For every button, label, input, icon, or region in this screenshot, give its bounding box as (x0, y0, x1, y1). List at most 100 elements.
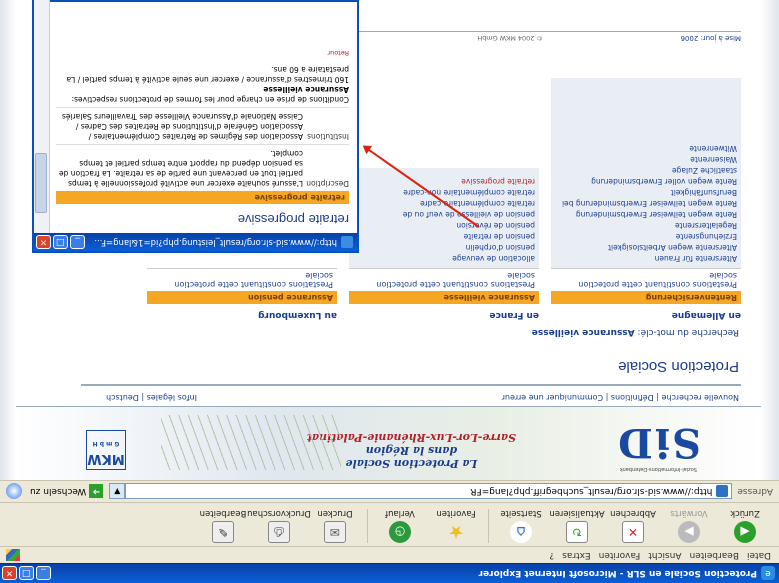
page-title: Protection Sociale (618, 358, 739, 375)
page-left-gutter (761, 0, 779, 480)
column-band: Assurance pension (147, 291, 337, 304)
popup-close-button[interactable]: × (36, 235, 51, 249)
favorites-label: Favoriten (436, 508, 476, 518)
column-head: en Allemagne (671, 310, 741, 320)
print-preview-button[interactable]: ⎙ Druckvorschau (247, 508, 311, 543)
mkw-sub: G m b H (92, 440, 120, 447)
forward-button[interactable]: ▶ Vorwärts (661, 508, 717, 543)
list-item[interactable]: Altersrente für Frauen (555, 253, 737, 264)
go-label: Wechseln zu (30, 486, 87, 497)
edit-label: Bearbeiten (199, 508, 247, 518)
history-label: Verlauf (385, 508, 415, 518)
toolbar: ◀ Zurück ▶ Vorwärts ✕ Abbrechen ↻ Aktualisie… (0, 502, 779, 546)
list-item[interactable]: allocation de veuvage (353, 253, 535, 264)
column-sub: Prestations constituant cette protection… (551, 268, 741, 291)
list-item[interactable]: Rente wegen voller Erwerbsminderung (555, 176, 737, 187)
page-icon (716, 485, 729, 498)
favorites-button[interactable]: ★ Favoriten (428, 508, 484, 543)
column-band: Rentenversicherung (551, 291, 741, 304)
list-item[interactable]: Erziehungsrente (555, 231, 737, 242)
list-item[interactable]: Regelaltersrente (555, 220, 737, 231)
logo-text: SiD (616, 419, 701, 467)
minimize-button[interactable]: _ (36, 566, 51, 581)
popup-scrollbar[interactable] (34, 0, 50, 233)
stop-button[interactable]: ✕ Abbrechen (605, 508, 661, 543)
address-input[interactable]: http://www.sid-slr.org/result_suchbegrif… (125, 483, 733, 500)
history-button[interactable]: ◷ Verlauf (372, 508, 428, 543)
maximize-button[interactable]: □ (19, 566, 34, 581)
popup-ie-icon (341, 236, 353, 248)
back-icon: ◀ (734, 521, 756, 543)
popup-maximize-button[interactable]: □ (53, 235, 68, 249)
go-button[interactable]: ➜ Wechseln zu (30, 484, 104, 499)
page-right-gutter (0, 0, 16, 480)
search-term: Assurance vieillesse (531, 327, 635, 337)
map-graphic (161, 415, 341, 470)
retour-link[interactable]: Retour (56, 49, 349, 57)
address-dropdown[interactable]: ▼ (109, 483, 126, 500)
menu-bearbeiten[interactable]: Bearbeiten (690, 550, 739, 560)
menu-bar: Datei Bearbeiten Ansicht Favoriten Extra… (0, 546, 779, 563)
list-item[interactable]: pension de vieillesse de veuf ou de (353, 209, 535, 220)
mkw-logo: MKW G m b H (86, 430, 126, 470)
copyright: © 2004 MKW GmbH (477, 34, 543, 42)
popup-titlebar: http://www.sid-slr.org/result_leistung.p… (34, 233, 357, 251)
menu-ansicht[interactable]: Ansicht (648, 550, 681, 560)
list-item-selected[interactable]: retraite progressive (353, 176, 535, 187)
forward-icon: ▶ (678, 521, 700, 543)
list-item[interactable]: Witwenrente (555, 143, 737, 154)
column-head: en France (489, 310, 539, 320)
stop-icon: ✕ (622, 521, 644, 543)
print-icon: ⎙ (268, 521, 290, 543)
toolbar-separator (488, 509, 489, 543)
column-luxembourg: au Luxembourg Assurance pension Prestati… (147, 268, 337, 320)
list-item[interactable]: retraite complémentaire non-cadre (353, 187, 535, 198)
refresh-icon: ↻ (566, 521, 588, 543)
conditions-head: Assurance vieillesse (263, 85, 349, 94)
list-item[interactable]: Rente wegen teilweiser Erwerbsminderung … (555, 198, 737, 209)
list-item[interactable]: Berufsunfähigkeit (555, 187, 737, 198)
edit-button[interactable]: ✎ Bearbeiten (195, 508, 251, 543)
list-item[interactable]: Altersrente wegen Arbeitslosigkeit (555, 242, 737, 253)
list-item[interactable]: Waisenrente (555, 154, 737, 165)
column-band: Assurance vieillesse (349, 291, 539, 304)
refresh-button[interactable]: ↻ Aktualisieren (549, 508, 605, 543)
list-item[interactable]: pension d'orphelin (353, 242, 535, 253)
logo-tagline: Sozial-Informations-Datenbank (619, 466, 697, 472)
menu-datei[interactable]: Datei (747, 550, 771, 560)
back-button[interactable]: ◀ Zurück (717, 508, 773, 543)
popup-title: http://www.sid-slr.org/result_leistung.p… (94, 237, 337, 247)
popup-heading: retraite progressive (237, 212, 349, 227)
mail-label: Drucken (317, 508, 353, 518)
menu-extras[interactable]: Extras (562, 550, 590, 560)
conditions-text: 160 trimestres d'assurance / exercer une… (66, 65, 349, 84)
edit-icon: ✎ (212, 521, 234, 543)
back-label: Zurück (730, 508, 760, 518)
forward-label: Vorwärts (670, 508, 708, 518)
popup-band: retraite progressive (56, 191, 349, 204)
extension-icon[interactable] (6, 483, 22, 500)
close-button[interactable]: × (2, 566, 17, 581)
home-button[interactable]: ⌂ Startseite (493, 508, 549, 543)
stop-label: Abbrechen (610, 508, 656, 518)
nav-right-links[interactable]: Infos légales | Deutsch (106, 390, 197, 402)
windows-logo-icon (6, 549, 20, 561)
menu-help[interactable]: ? (549, 550, 554, 560)
nav-left-links[interactable]: Nouvelle recherche | Définitions | Commu… (502, 390, 739, 402)
home-label: Startseite (500, 508, 542, 518)
menu-favoriten[interactable]: Favoriten (599, 550, 641, 560)
list-item[interactable]: staatliche Zulage (555, 165, 737, 176)
benefit-list: allocation de veuvage pension d'orphelin… (349, 168, 539, 268)
history-icon: ◷ (389, 521, 411, 543)
list-item[interactable]: pension de retraite (353, 231, 535, 242)
list-item[interactable]: pension de réversion (353, 220, 535, 231)
scrollbar-thumb[interactable] (35, 153, 47, 213)
popup-minimize-button[interactable]: _ (70, 235, 85, 249)
print-preview-label: Druckvorschau (247, 508, 311, 518)
column-sub: Prestations constituant cette protection… (349, 268, 539, 291)
list-item[interactable]: Rente wegen teilweiser Erwerbsminderung (555, 209, 737, 220)
refresh-label: Aktualisieren (549, 508, 605, 518)
mail-button[interactable]: ✉ Drucken (307, 508, 363, 543)
column-head: au Luxembourg (258, 310, 337, 320)
screen: e Protection Sociale en SLR - Microsoft … (0, 0, 779, 583)
